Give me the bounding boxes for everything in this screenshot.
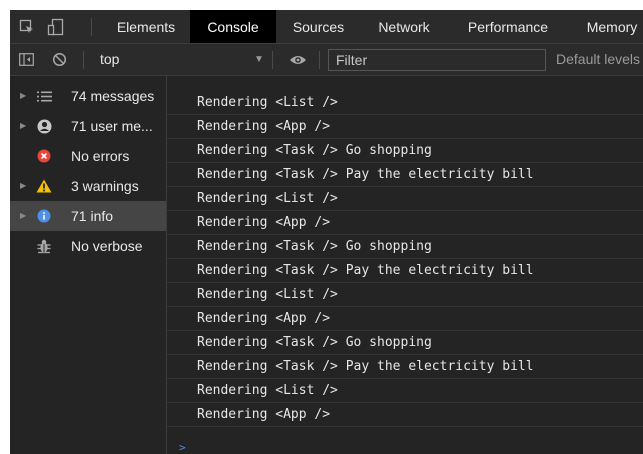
sidebar-toggle-icon[interactable] (15, 44, 37, 75)
sidebar-item-label: No verbose (71, 238, 143, 254)
console-message-text: Rendering <List /> (197, 191, 338, 206)
sidebar-item-messages[interactable]: ▶ 74 messages (10, 81, 166, 111)
sidebar-item-label: 74 messages (71, 88, 155, 104)
console-message: Rendering <Task /> Go shopping (167, 235, 643, 259)
toolbar-divider (319, 51, 320, 69)
console-message-text: Rendering <List /> (197, 383, 338, 398)
console-message-text: Rendering <App /> (197, 407, 331, 422)
console-message-text: Rendering <App /> (197, 311, 331, 326)
tab-elements[interactable]: Elements (102, 10, 190, 43)
error-icon (35, 141, 53, 171)
console-message: Rendering <App /> (167, 307, 643, 331)
sidebar-item-label: 3 warnings (71, 178, 139, 194)
tab-sources[interactable]: Sources (276, 10, 361, 43)
info-icon (35, 201, 53, 231)
list-icon (35, 81, 53, 111)
tab-performance[interactable]: Performance (447, 10, 569, 43)
sidebar-item-verbose[interactable]: No verbose (10, 231, 166, 261)
console-message-text: Rendering <App /> (197, 215, 331, 230)
toolbar-divider (83, 51, 84, 69)
bug-icon (35, 231, 53, 261)
sidebar-item-errors[interactable]: No errors (10, 141, 166, 171)
console-message: Rendering <List /> (167, 379, 643, 403)
sidebar-item-label: 71 user me... (71, 118, 153, 134)
console-output: Rendering <List /> Rendering <App /> Ren… (167, 76, 643, 454)
console-message-text: Rendering <Task /> Pay the electricity b… (197, 263, 534, 278)
execution-context-select[interactable]: top (100, 44, 119, 75)
sidebar-item-label: 71 info (71, 208, 114, 224)
expand-arrow-icon[interactable]: ▶ (20, 201, 26, 231)
expand-arrow-icon[interactable]: ▶ (20, 81, 26, 111)
console-message: Rendering <App /> (167, 211, 643, 235)
user-icon (35, 111, 53, 141)
expand-arrow-icon[interactable]: ▶ (20, 111, 26, 141)
console-message: Rendering <List /> (167, 91, 643, 115)
console-message-text: Rendering <Task /> Go shopping (197, 239, 432, 254)
dropdown-arrow-icon[interactable]: ▼ (254, 44, 264, 75)
warning-icon (35, 171, 53, 201)
expand-arrow-icon[interactable]: ▶ (20, 171, 26, 201)
filter-input[interactable]: Filter (328, 49, 546, 71)
console-message: Rendering <Task /> Pay the electricity b… (167, 163, 643, 187)
devtools-tab-bar: Elements Console Sources Network Perform… (10, 10, 643, 44)
console-prompt[interactable]: > (179, 441, 186, 454)
tab-network[interactable]: Network (361, 10, 447, 43)
console-message-text: Rendering <Task /> Go shopping (197, 335, 432, 350)
tab-console[interactable]: Console (190, 10, 276, 43)
console-message-text: Rendering <List /> (197, 287, 338, 302)
console-message: Rendering <List /> (167, 187, 643, 211)
tab-memory[interactable]: Memory (569, 10, 643, 43)
devtools-window: Elements Console Sources Network Perform… (10, 10, 643, 454)
toolbar-divider (272, 51, 273, 69)
sidebar-item-label: No errors (71, 148, 130, 164)
inspect-element-icon[interactable] (16, 10, 38, 44)
device-toolbar-icon[interactable] (44, 10, 68, 44)
clear-console-icon[interactable] (48, 44, 70, 75)
console-message-text: Rendering <Task /> Pay the electricity b… (197, 167, 534, 182)
console-message-text: Rendering <Task /> Go shopping (197, 143, 432, 158)
console-message: Rendering <Task /> Pay the electricity b… (167, 355, 643, 379)
tab-bar-divider (91, 18, 92, 36)
console-message: Rendering <App /> (167, 403, 643, 427)
log-levels-dropdown[interactable]: Default levels (556, 44, 640, 75)
console-message-text: Rendering <Task /> Pay the electricity b… (197, 359, 534, 374)
live-expression-eye-icon[interactable] (286, 44, 310, 75)
console-message: Rendering <Task /> Pay the electricity b… (167, 259, 643, 283)
console-message: Rendering <Task /> Go shopping (167, 139, 643, 163)
console-message: Rendering <Task /> Go shopping (167, 331, 643, 355)
console-message-text: Rendering <App /> (197, 119, 331, 134)
console-sidebar: ▶ 74 messages ▶ 71 user me... No errors … (10, 76, 167, 454)
console-message: Rendering <App /> (167, 115, 643, 139)
sidebar-item-info[interactable]: ▶ 71 info (10, 201, 166, 231)
sidebar-item-user-messages[interactable]: ▶ 71 user me... (10, 111, 166, 141)
console-message-text: Rendering <List /> (197, 95, 338, 110)
console-message: Rendering <List /> (167, 283, 643, 307)
sidebar-item-warnings[interactable]: ▶ 3 warnings (10, 171, 166, 201)
console-toolbar: top ▼ Filter Default levels (10, 44, 643, 76)
